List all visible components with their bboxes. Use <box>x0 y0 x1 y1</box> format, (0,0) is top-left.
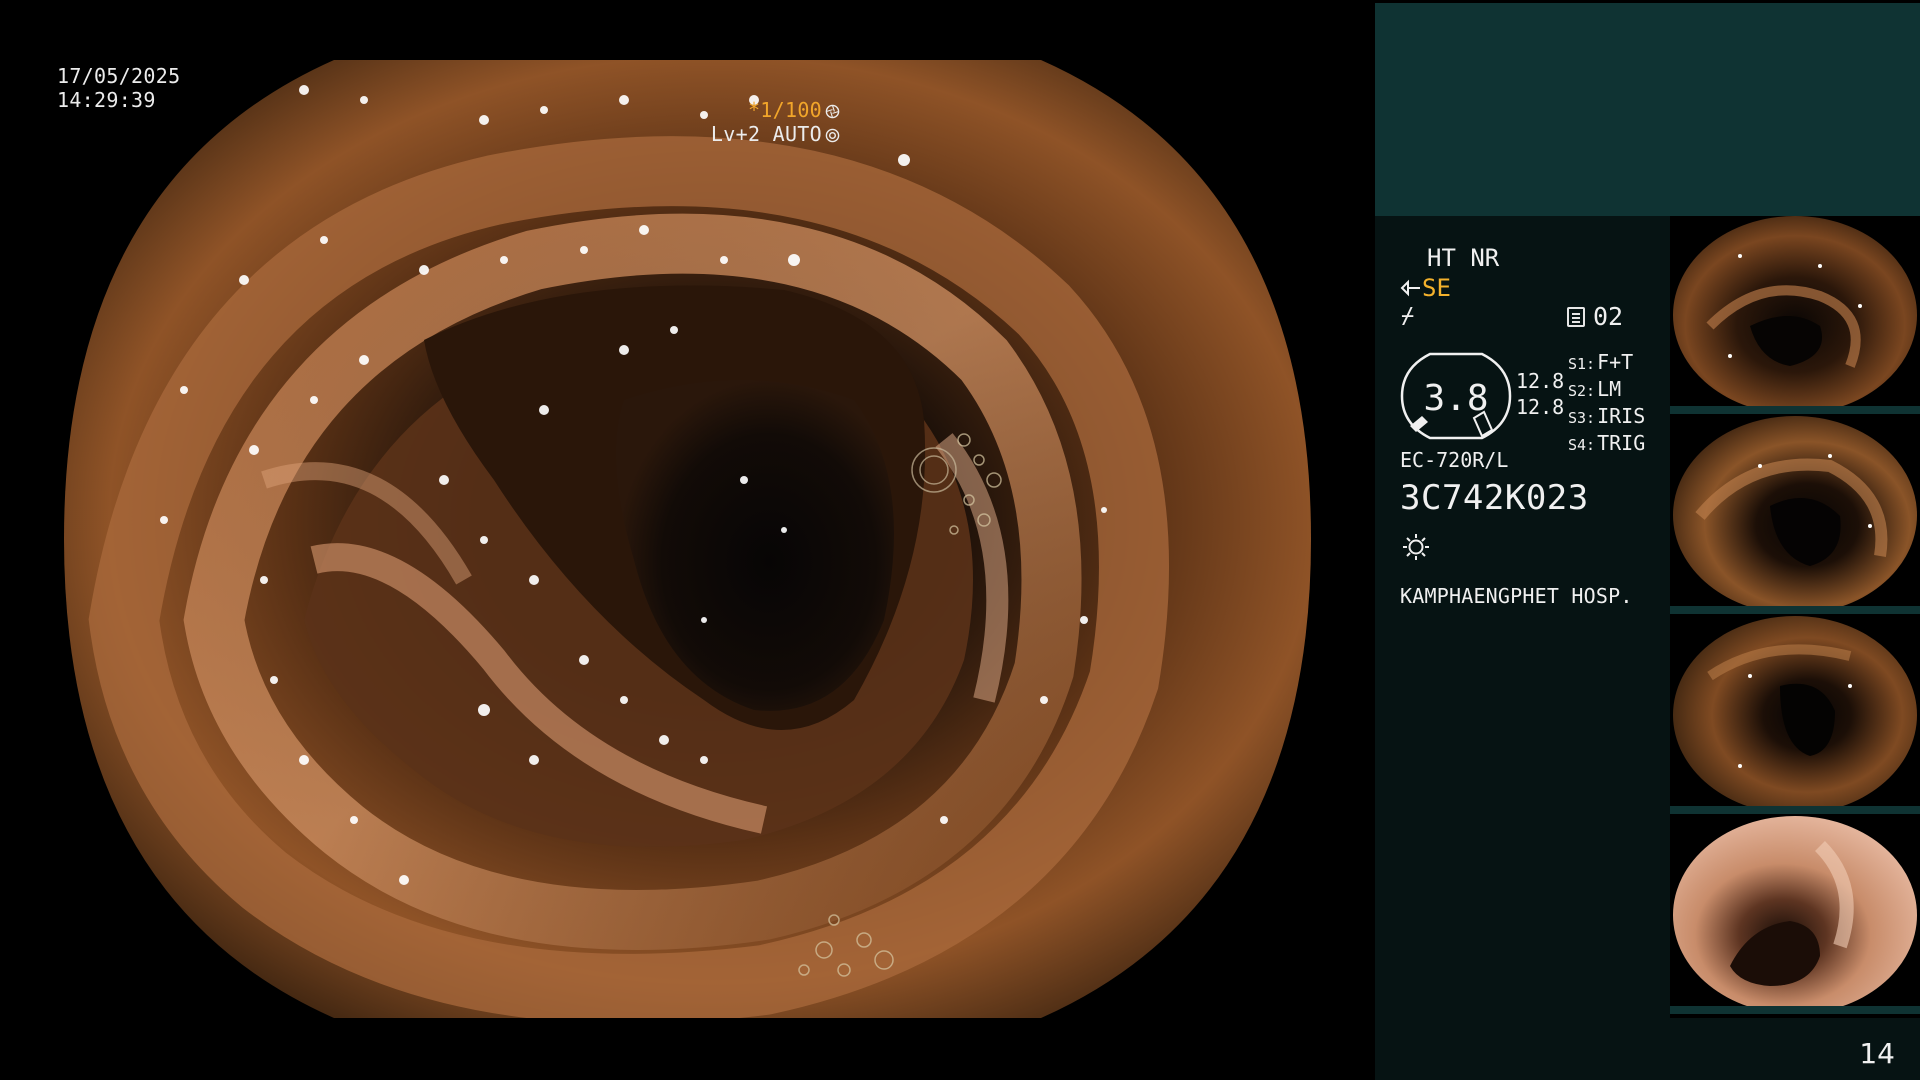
switch-value: TRIG <box>1597 431 1646 455</box>
switch-value: LM <box>1597 377 1622 401</box>
switch-s2: S2: LM <box>1568 377 1645 404</box>
switch-s1: S1: F+T <box>1568 350 1645 377</box>
scope-switch-list: S1: F+T S2: LM S3: IRIS S4: TRIG <box>1568 350 1645 458</box>
scope-serial-text: 3C742K023 <box>1400 478 1589 518</box>
date-text: 17/05/2025 <box>57 64 181 88</box>
captured-images-strip <box>1670 216 1920 1016</box>
scope-status-panel: HT NR SE ⌿ 02 3.8 12.8 12.8 S1: F+T S2: LM <box>1375 216 1670 1080</box>
thumbnail-2[interactable] <box>1670 416 1920 614</box>
endoscopic-image <box>64 60 1311 1018</box>
info-panel: HT NR SE ⌿ 02 3.8 12.8 12.8 S1: F+T S2: LM <box>1375 0 1920 1080</box>
time-text: 14:29:39 <box>57 88 156 112</box>
page-number: 14 <box>1859 1037 1895 1070</box>
scope-model-text: EC-720R/L <box>1400 448 1509 472</box>
memory-counter: 02 <box>1567 302 1623 331</box>
endoscopy-screen: 17/05/2025 14:29:39 *1/100 Lv+2 AUTO HT … <box>0 0 1920 1080</box>
switch-key: S2: <box>1568 382 1596 400</box>
scope-angle-icon <box>1400 279 1420 297</box>
exposure-settings: *1/100 Lv+2 AUTO <box>711 98 840 146</box>
gauge-values: 12.8 12.8 <box>1516 368 1564 420</box>
switch-key: S1: <box>1568 355 1596 373</box>
switch-key: S3: <box>1568 409 1596 427</box>
shutter-icon <box>825 104 840 119</box>
switch-key: S4: <box>1568 436 1596 454</box>
switch-s4: S4: TRIG <box>1568 431 1645 458</box>
endoscopic-view: 17/05/2025 14:29:39 *1/100 Lv+2 AUTO <box>0 0 1375 1080</box>
shutter-speed-text: *1/100 <box>747 98 822 122</box>
iris-icon <box>825 128 840 143</box>
gauge-num-top: 12.8 <box>1516 369 1565 393</box>
switch-value: F+T <box>1597 350 1634 374</box>
thumbnail-4[interactable] <box>1670 816 1920 1014</box>
thumbnail-3[interactable] <box>1670 616 1920 814</box>
freeze-icon: ⌿ <box>1401 304 1415 329</box>
panel-header-block <box>1375 3 1920 216</box>
memo-count-text: 02 <box>1593 302 1624 331</box>
gauge-value-text: 3.8 <box>1423 378 1489 419</box>
processing-mode-text: HT NR <box>1427 244 1500 272</box>
se-text: SE <box>1422 274 1451 302</box>
light-level-text: Lv+2 AUTO <box>710 122 822 146</box>
structure-enhancement-row: SE <box>1400 274 1451 302</box>
light-icon <box>1403 534 1429 560</box>
switch-s3: S3: IRIS <box>1568 404 1645 431</box>
thumbnail-1[interactable] <box>1670 216 1920 414</box>
memo-icon <box>1567 307 1585 327</box>
date-time-display: 17/05/2025 14:29:39 <box>57 64 180 112</box>
switch-value: IRIS <box>1597 404 1646 428</box>
hospital-name-text: KAMPHAENGPHET HOSP. <box>1400 584 1633 608</box>
gauge-num-bottom: 12.8 <box>1516 395 1565 419</box>
